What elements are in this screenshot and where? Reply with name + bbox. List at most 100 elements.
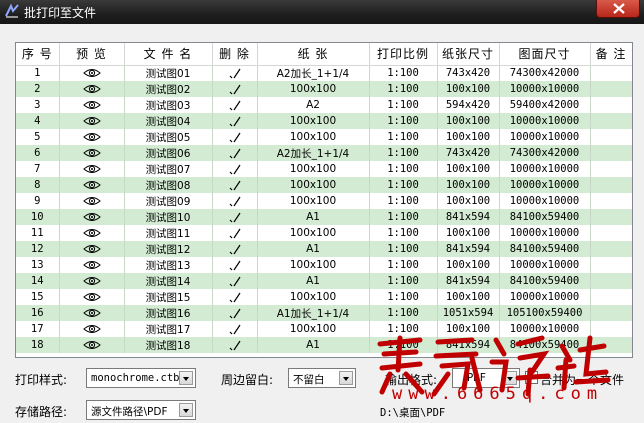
table-row[interactable]: 17 测试图17 100x100 1:100 100x100 10000x10000 [16, 321, 632, 337]
delete-check-icon[interactable] [228, 163, 242, 175]
column-header[interactable]: 纸 张 [257, 43, 370, 66]
column-header[interactable]: 预 览 [59, 43, 125, 66]
chevron-down-icon[interactable] [179, 371, 193, 385]
eye-icon[interactable] [82, 324, 101, 334]
delete-cell[interactable] [212, 145, 258, 161]
eye-icon[interactable] [82, 68, 101, 78]
preview-cell[interactable] [59, 273, 125, 289]
close-button[interactable] [596, 0, 640, 18]
delete-check-icon[interactable] [228, 115, 242, 127]
table-row[interactable]: 10 测试图10 A1 1:100 841x594 84100x59400 [16, 209, 632, 225]
eye-icon[interactable] [82, 164, 101, 174]
table-row[interactable]: 13 测试图13 100x100 1:100 100x100 10000x10000 [16, 257, 632, 273]
delete-cell[interactable] [212, 305, 258, 321]
table-row[interactable]: 14 测试图14 A1 1:100 841x594 84100x59400 [16, 273, 632, 289]
delete-cell[interactable] [212, 337, 258, 353]
eye-icon[interactable] [82, 340, 101, 350]
delete-cell[interactable] [212, 209, 258, 225]
chevron-down-icon[interactable] [503, 371, 517, 385]
column-header[interactable]: 打印比例 [369, 43, 438, 66]
preview-cell[interactable] [59, 257, 125, 273]
preview-cell[interactable] [59, 289, 125, 305]
delete-cell[interactable] [212, 65, 258, 81]
column-header[interactable]: 序 号 [16, 43, 60, 66]
table-row[interactable]: 18 测试图18 A1 1:100 841x594 84100x59400 [16, 337, 632, 353]
delete-check-icon[interactable] [228, 131, 242, 143]
chevron-down-icon[interactable] [179, 403, 193, 417]
delete-check-icon[interactable] [228, 195, 242, 207]
preview-cell[interactable] [59, 241, 125, 257]
table-row[interactable]: 11 测试图11 100x100 1:100 100x100 10000x10000 [16, 225, 632, 241]
eye-icon[interactable] [82, 84, 101, 94]
plot-style-select[interactable]: monochrome.ctb [86, 368, 196, 388]
table-row[interactable]: 16 测试图16 A1加长_1+1/4 1:100 1051x594 105100x594… [16, 305, 632, 321]
delete-cell[interactable] [212, 193, 258, 209]
table-row[interactable]: 1 测试图01 A2加长_1+1/4 1:100 743x420 74300x42000 [16, 65, 632, 81]
delete-cell[interactable] [212, 273, 258, 289]
delete-cell[interactable] [212, 161, 258, 177]
drawing-list-table[interactable]: 序 号 预 览 文 件 名 删 除 纸 张 打印比例 纸张尺寸 图面尺寸 备 注… [15, 42, 633, 358]
output-format-select[interactable]: PDF [452, 368, 520, 388]
margin-select[interactable]: 不留白 [288, 368, 356, 388]
preview-cell[interactable] [59, 177, 125, 193]
preview-cell[interactable] [59, 225, 125, 241]
delete-check-icon[interactable] [228, 275, 242, 287]
delete-cell[interactable] [212, 177, 258, 193]
delete-check-icon[interactable] [228, 83, 242, 95]
merge-label[interactable]: 合并为一个文件 [540, 371, 624, 388]
eye-icon[interactable] [82, 148, 101, 158]
preview-cell[interactable] [59, 97, 125, 113]
delete-check-icon[interactable] [228, 339, 242, 351]
preview-cell[interactable] [59, 193, 125, 209]
table-row[interactable]: 12 测试图12 A1 1:100 841x594 84100x59400 [16, 241, 632, 257]
column-header[interactable]: 备 注 [590, 43, 632, 66]
eye-icon[interactable] [82, 212, 101, 222]
delete-cell[interactable] [212, 97, 258, 113]
table-row[interactable]: 3 测试图03 A2 1:100 594x420 59400x42000 [16, 97, 632, 113]
delete-check-icon[interactable] [228, 259, 242, 271]
delete-cell[interactable] [212, 225, 258, 241]
delete-check-icon[interactable] [228, 323, 242, 335]
eye-icon[interactable] [82, 308, 101, 318]
preview-cell[interactable] [59, 321, 125, 337]
eye-icon[interactable] [82, 260, 101, 270]
delete-check-icon[interactable] [228, 99, 242, 111]
column-header[interactable]: 删 除 [212, 43, 258, 66]
eye-icon[interactable] [82, 116, 101, 126]
eye-icon[interactable] [82, 196, 101, 206]
delete-cell[interactable] [212, 129, 258, 145]
table-row[interactable]: 7 测试图07 100x100 1:100 100x100 10000x10000 [16, 161, 632, 177]
delete-cell[interactable] [212, 113, 258, 129]
column-header[interactable]: 图面尺寸 [499, 43, 591, 66]
save-path-select[interactable]: 源文件路径\PDF [86, 400, 196, 420]
column-header[interactable]: 文 件 名 [124, 43, 213, 66]
eye-icon[interactable] [82, 276, 101, 286]
table-row[interactable]: 9 测试图09 100x100 1:100 100x100 10000x10000 [16, 193, 632, 209]
preview-cell[interactable] [59, 81, 125, 97]
delete-check-icon[interactable] [228, 227, 242, 239]
delete-check-icon[interactable] [228, 147, 242, 159]
delete-check-icon[interactable] [228, 211, 242, 223]
preview-cell[interactable] [59, 337, 125, 353]
preview-cell[interactable] [59, 209, 125, 225]
delete-cell[interactable] [212, 289, 258, 305]
eye-icon[interactable] [82, 292, 101, 302]
title-bar[interactable]: 批打印至文件 [0, 0, 644, 24]
preview-cell[interactable] [59, 161, 125, 177]
delete-check-icon[interactable] [228, 67, 242, 79]
table-row[interactable]: 4 测试图04 100x100 1:100 100x100 10000x10000 [16, 113, 632, 129]
column-header[interactable]: 纸张尺寸 [437, 43, 500, 66]
delete-check-icon[interactable] [228, 243, 242, 255]
table-row[interactable]: 8 测试图08 100x100 1:100 100x100 10000x10000 [16, 177, 632, 193]
delete-cell[interactable] [212, 81, 258, 97]
preview-cell[interactable] [59, 305, 125, 321]
preview-cell[interactable] [59, 113, 125, 129]
chevron-down-icon[interactable] [339, 371, 353, 385]
table-row[interactable]: 15 测试图15 100x100 1:100 100x100 10000x10000 [16, 289, 632, 305]
table-row[interactable]: 6 测试图06 A2加长_1+1/4 1:100 743x420 74300x42000 [16, 145, 632, 161]
eye-icon[interactable] [82, 132, 101, 142]
delete-check-icon[interactable] [228, 307, 242, 319]
merge-checkbox[interactable] [525, 371, 538, 384]
table-row[interactable]: 5 测试图05 100x100 1:100 100x100 10000x10000 [16, 129, 632, 145]
delete-check-icon[interactable] [228, 291, 242, 303]
